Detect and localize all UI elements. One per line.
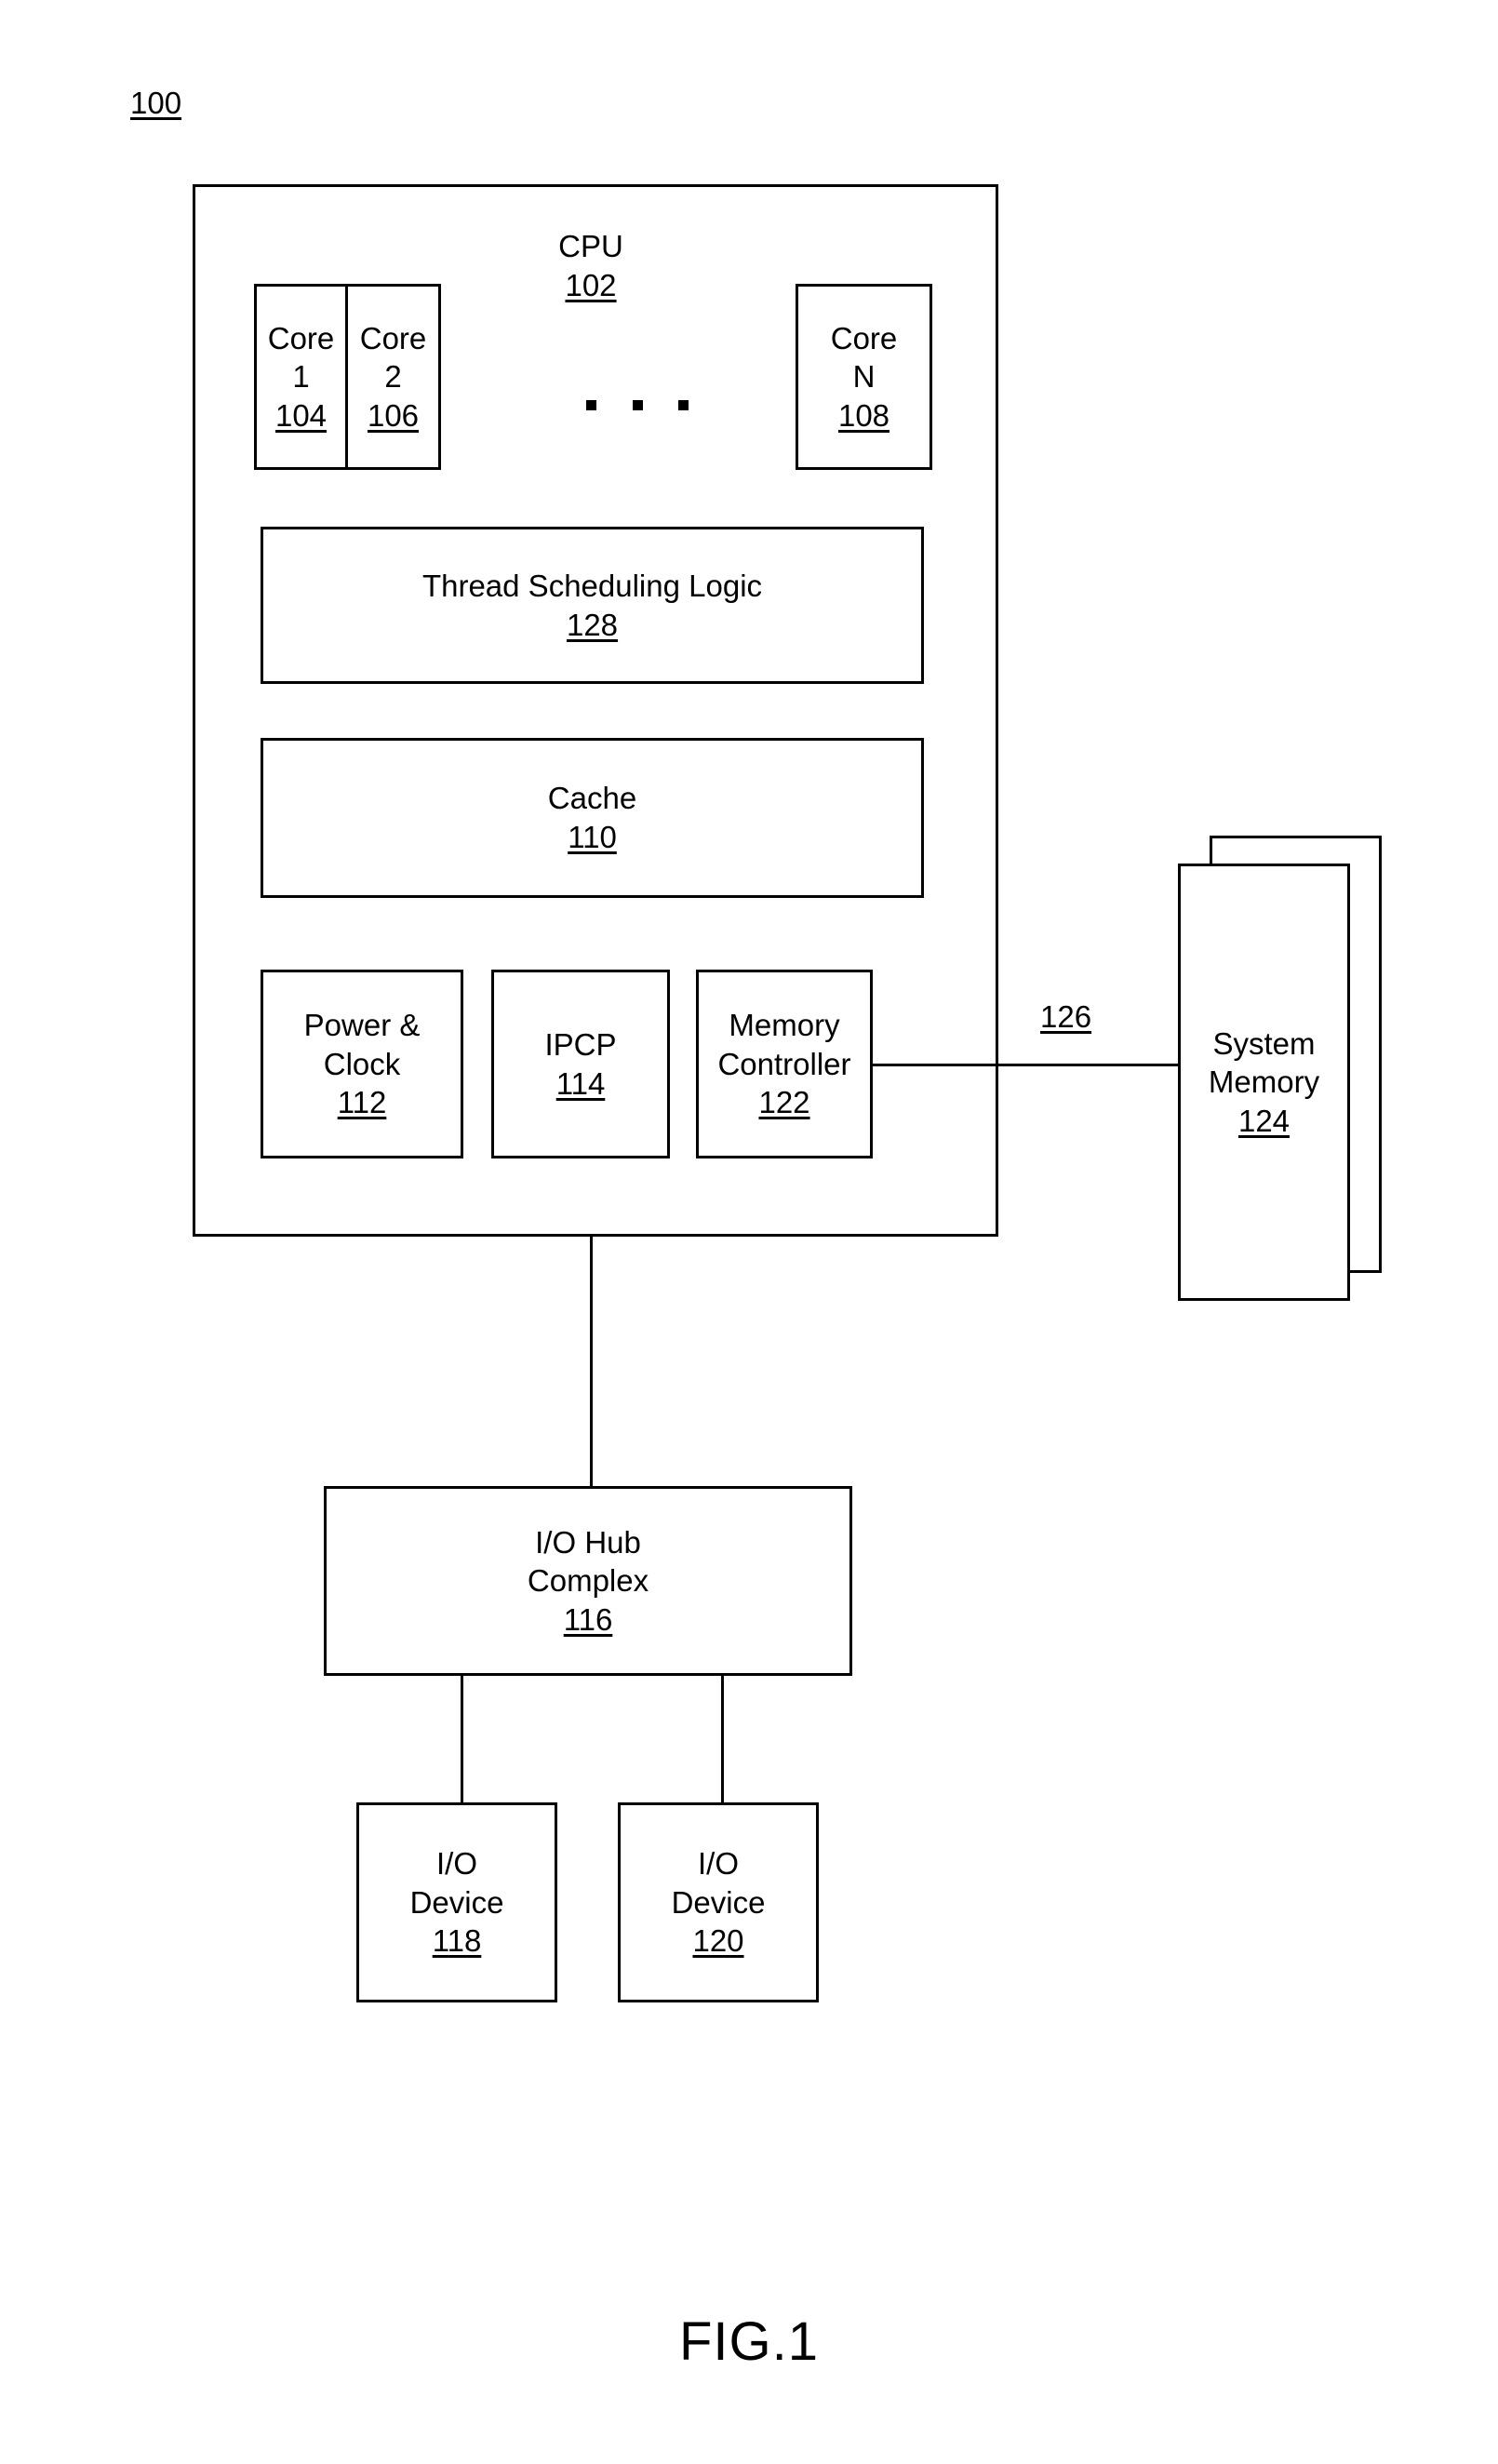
- cache-label: Cache: [547, 781, 637, 816]
- system-memory-label-line1: System: [1212, 1025, 1316, 1061]
- core-ellipsis-icon: [586, 400, 689, 410]
- cpu-to-io-hub-line: [590, 1236, 593, 1488]
- io-hub-complex-label-line2: Complex: [527, 1563, 649, 1599]
- core-1-name: Core: [267, 320, 335, 355]
- io-device-118-label-line2: Device: [409, 1884, 504, 1920]
- system-memory-label-line2: Memory: [1208, 1065, 1320, 1100]
- io-device-118-label-line1: I/O: [435, 1846, 477, 1881]
- core-2-ref: 106: [367, 397, 420, 433]
- io-hub-complex-block: I/O Hub Complex 116: [324, 1486, 852, 1676]
- io-device-118-ref: 118: [432, 1923, 482, 1959]
- io-device-120-ref: 120: [692, 1923, 744, 1959]
- cpu-title: CPU 102: [484, 227, 698, 304]
- cpu-ref: 102: [565, 267, 617, 302]
- memory-bus-ref-label: 126: [1040, 999, 1092, 1034]
- ipcp-block: IPCP 114: [491, 970, 670, 1158]
- core-2-name: Core: [359, 320, 427, 355]
- patent-figure-page: 100 CPU 102 Core 1 104 Core 2 106 Core N…: [0, 0, 1498, 2464]
- thread-scheduling-logic-ref: 128: [566, 607, 619, 642]
- core-n-ref: 108: [837, 397, 890, 433]
- core-1-ref: 104: [274, 397, 328, 433]
- system-reference-numeral: 100: [130, 84, 181, 123]
- thread-scheduling-logic-label: Thread Scheduling Logic: [421, 568, 763, 603]
- figure-caption: FIG.1: [0, 2308, 1498, 2376]
- core-2-index: 2: [384, 359, 402, 395]
- ipcp-label: IPCP: [544, 1026, 617, 1062]
- thread-scheduling-logic-block: Thread Scheduling Logic 128: [261, 527, 924, 684]
- io-hub-to-device-118-line: [461, 1675, 463, 1804]
- cache-block: Cache 110: [261, 738, 924, 898]
- io-device-120-label-line1: I/O: [697, 1846, 739, 1881]
- core-n-block: Core N 108: [796, 284, 932, 470]
- core-1-index: 1: [292, 359, 310, 395]
- system-memory-block: System Memory 124: [1178, 864, 1350, 1301]
- io-hub-to-device-120-line: [721, 1675, 724, 1804]
- memory-controller-label-line1: Memory: [729, 1008, 840, 1043]
- core-1-block: Core 1 104: [254, 284, 348, 470]
- memory-controller-ref: 122: [758, 1085, 810, 1120]
- power-clock-block: Power & Clock 112: [261, 970, 463, 1158]
- cache-ref: 110: [568, 820, 617, 854]
- io-device-120-block: I/O Device 120: [618, 1802, 819, 2002]
- power-clock-ref: 112: [337, 1085, 387, 1120]
- io-hub-complex-label-line1: I/O Hub: [535, 1524, 641, 1560]
- figure-caption-label: FIG.1: [678, 2311, 820, 2372]
- system-ref-label: 100: [130, 86, 182, 120]
- ipcp-ref: 114: [555, 1065, 606, 1101]
- memory-controller-label-line2: Controller: [717, 1046, 851, 1081]
- memory-bus-ref: 126: [1040, 998, 1091, 1037]
- core-n-name: Core: [830, 320, 898, 355]
- io-device-120-label-line2: Device: [671, 1884, 766, 1920]
- memory-bus-line: [872, 1064, 1179, 1066]
- core-2-block: Core 2 106: [345, 284, 441, 470]
- power-clock-label-line2: Clock: [323, 1046, 401, 1081]
- io-hub-complex-ref: 116: [563, 1601, 613, 1637]
- core-n-index: N: [852, 359, 876, 395]
- io-device-118-block: I/O Device 118: [356, 1802, 557, 2002]
- cpu-label: CPU: [558, 229, 623, 263]
- system-memory-ref: 124: [1237, 1103, 1291, 1138]
- power-clock-label-line1: Power &: [303, 1008, 421, 1043]
- memory-controller-block: Memory Controller 122: [696, 970, 873, 1158]
